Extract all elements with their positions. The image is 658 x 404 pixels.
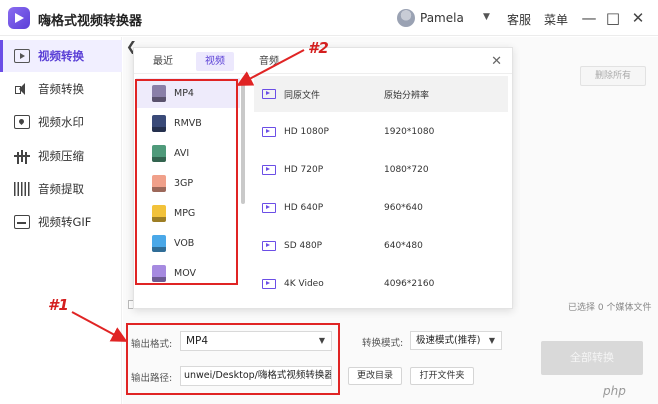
menu-link[interactable]: 菜单 [544, 11, 568, 28]
sidebar-item-label: 音频转换 [38, 82, 84, 96]
watermark-icon [14, 115, 30, 129]
audio-icon [14, 82, 30, 96]
chevron-down-icon: ▼ [488, 336, 495, 345]
resolution-size: 960*640 [384, 203, 423, 213]
gif-icon [14, 215, 30, 229]
sidebar-item-compress[interactable]: 视频压缩 [0, 140, 122, 172]
resolution-size: 原始分辨率 [384, 90, 430, 101]
convert-mode-value: 极速模式(推荐) [416, 335, 481, 346]
sidebar-item-label: 视频转换 [38, 49, 84, 63]
compress-icon [14, 149, 30, 163]
video-preset-icon [262, 89, 276, 99]
close-button[interactable]: ✕ [627, 7, 649, 29]
sidebar-item-watermark[interactable]: 视频水印 [0, 106, 122, 138]
app-title: 嗨格式视频转换器 [38, 14, 143, 29]
selected-count: 已选择 0 个媒体文件 [568, 303, 652, 313]
video-preset-icon [262, 279, 276, 289]
resolution-size: 640*480 [384, 241, 423, 251]
resolution-name: 4K Video [284, 279, 324, 289]
resolution-size: 1080*720 [384, 165, 429, 175]
video-preset-icon [262, 127, 276, 137]
annotation-label-1: #1 [48, 296, 69, 314]
format-list-scrollbar[interactable] [241, 84, 245, 204]
sidebar-item-audio-extract[interactable]: 音频提取 [0, 173, 122, 205]
video-preset-icon [262, 241, 276, 251]
resolution-size: 4096*2160 [384, 279, 435, 289]
convert-mode-select[interactable]: 极速模式(推荐) ▼ [410, 331, 502, 350]
sidebar-item-label: 视频水印 [38, 115, 84, 129]
convert-all-button[interactable]: 全部转换 [541, 341, 643, 375]
video-convert-icon [14, 49, 30, 63]
resolution-name: SD 480P [284, 241, 323, 251]
sidebar-item-label: 视频转GIF [38, 215, 92, 229]
audio-extract-icon [14, 182, 30, 196]
close-icon[interactable]: ✕ [491, 54, 502, 69]
resolution-item-original[interactable]: 同原文件 原始分辨率 [254, 76, 508, 112]
resolution-name: HD 640P [284, 203, 324, 213]
minimize-button[interactable]: — [578, 7, 600, 29]
sidebar-item-gif[interactable]: 视频转GIF [0, 206, 122, 238]
resolution-item[interactable]: HD 640P 960*640 [254, 190, 508, 226]
convert-mode-label: 转换模式: [362, 338, 404, 349]
annotation-label-2: #2 [308, 39, 329, 57]
open-folder-button[interactable]: 打开文件夹 [410, 367, 474, 385]
sidebar: 视频转换 音频转换 视频水印 视频压缩 音频提取 视频转GIF [0, 37, 122, 404]
username[interactable]: Pamela [420, 11, 464, 25]
clear-list-button[interactable]: 删除所有 [580, 66, 646, 86]
resolution-item[interactable]: HD 1080P 1920*1080 [254, 114, 508, 150]
resolution-item[interactable]: SD 480P 640*480 [254, 228, 508, 264]
sidebar-item-label: 音频提取 [38, 182, 84, 196]
resolution-name: HD 1080P [284, 127, 329, 137]
customer-service-link[interactable]: 客服 [507, 11, 531, 28]
output-settings-highlight [126, 323, 340, 395]
resolution-name: 同原文件 [284, 90, 321, 101]
sidebar-item-audio-convert[interactable]: 音频转换 [0, 73, 122, 105]
user-caret-icon[interactable]: ▼ [483, 12, 490, 22]
format-list-highlight [135, 79, 238, 285]
app-logo-icon [8, 7, 30, 29]
watermark-text: php [603, 384, 626, 398]
resolution-name: HD 720P [284, 165, 324, 175]
change-directory-button[interactable]: 更改目录 [348, 367, 402, 385]
tab-video[interactable]: 视频 [196, 52, 234, 71]
avatar[interactable] [397, 9, 415, 27]
resolution-list: 同原文件 原始分辨率 HD 1080P 1920*1080 HD 720P 10… [254, 76, 508, 306]
tab-recent[interactable]: 最近 [144, 52, 182, 71]
resolution-item[interactable]: HD 720P 1080*720 [254, 152, 508, 188]
resolution-size: 1920*1080 [384, 127, 435, 137]
sidebar-item-video-convert[interactable]: 视频转换 [0, 40, 122, 72]
maximize-button[interactable]: □ [602, 7, 624, 29]
tab-audio[interactable]: 音频 [250, 52, 288, 71]
title-bar: 嗨格式视频转换器 Pamela ▼ 客服 菜单 — □ ✕ [0, 0, 658, 36]
resolution-item[interactable]: 4K Video 4096*2160 [254, 266, 508, 302]
sidebar-item-label: 视频压缩 [38, 149, 84, 163]
video-preset-icon [262, 203, 276, 213]
video-preset-icon [262, 165, 276, 175]
